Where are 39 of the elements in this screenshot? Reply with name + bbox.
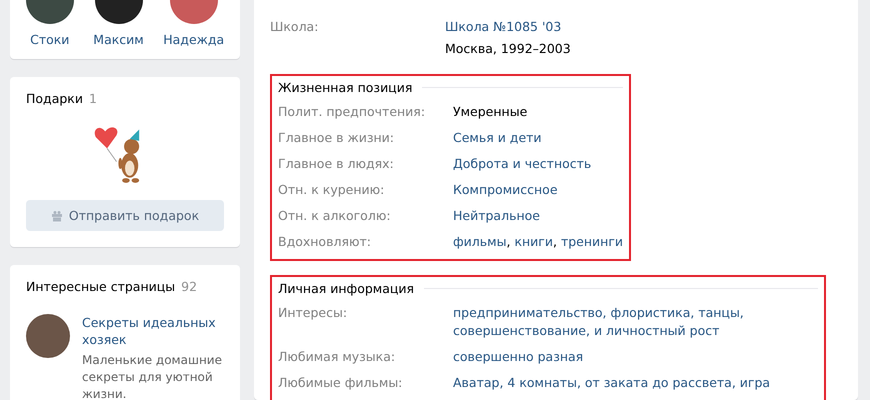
field-label: Любимая музыка: xyxy=(278,348,396,366)
field-value: Умеренные xyxy=(453,103,528,121)
comma: , xyxy=(552,234,557,249)
field-link[interactable]: тренинги xyxy=(560,234,624,249)
field-link[interactable]: Компромиссное xyxy=(453,181,624,199)
friend-name[interactable]: Максим xyxy=(93,32,144,47)
field-label: Главное в жизни: xyxy=(278,129,396,147)
send-gift-button[interactable]: Отправить подарок xyxy=(26,200,224,231)
section-title: Жизненная позиция xyxy=(278,80,412,95)
gifts-count: 1 xyxy=(88,91,97,106)
page-description: Маленькие домашние секреты для уютной жизни. xyxy=(82,352,223,400)
field-link[interactable]: Нейтральное xyxy=(453,207,624,225)
section-title: Личная информация xyxy=(278,281,414,296)
field-label: Отн. к курению: xyxy=(278,181,386,199)
field-link[interactable]: Доброта и честность xyxy=(453,155,624,173)
field-link[interactable]: Семья и дети xyxy=(453,129,624,147)
field-label: Главное в людях: xyxy=(278,155,395,173)
avatar[interactable] xyxy=(26,314,70,358)
field-link[interactable]: Школа №1085 '03 xyxy=(445,18,571,36)
field-label: Полит. предпочтения: xyxy=(278,103,426,121)
field-label: Любимые фильмы: xyxy=(278,374,404,392)
field-link[interactable]: предпринимательство, флористика, танцы, совершенствование, и личностный рост xyxy=(453,304,818,340)
gifts-title[interactable]: Подарки xyxy=(26,91,83,106)
page-name[interactable]: Секреты идеальных хозяек xyxy=(82,314,224,348)
pages-count: 92 xyxy=(181,279,198,294)
field-link[interactable]: книги xyxy=(514,234,553,249)
friend-name[interactable]: Стоки xyxy=(30,32,70,47)
field-link[interactable]: фильмы xyxy=(453,234,506,249)
field-link[interactable]: совершенно разная xyxy=(453,348,818,366)
field-link[interactable]: Аватар, 4 комнаты, от заката до рассвета, игра xyxy=(453,374,818,392)
field-label: Вдохновляют: xyxy=(278,233,372,251)
field-label: Школа: xyxy=(270,18,320,36)
field-label: Отн. к алкоголю: xyxy=(278,207,392,225)
pages-title[interactable]: Интересные страницы xyxy=(26,279,176,294)
comma: , xyxy=(506,234,510,249)
field-value: Москва, 1992–2003 xyxy=(445,40,571,58)
field-label: Интересы: xyxy=(278,304,348,322)
gift-icon xyxy=(50,210,63,222)
friend-name[interactable]: Надежда xyxy=(163,32,224,47)
